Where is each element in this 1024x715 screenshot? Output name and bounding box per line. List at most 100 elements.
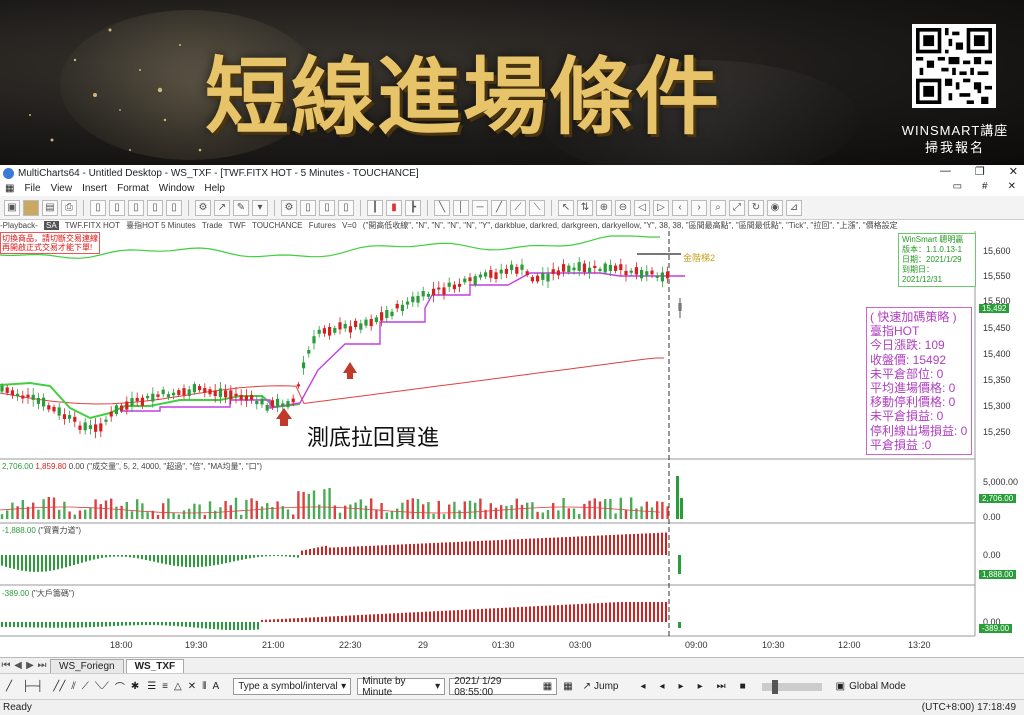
line-tool-icon[interactable]: ⟍ [529,199,545,216]
sa-badge[interactable]: SA [44,221,59,230]
play-back-icon[interactable]: ◂ [660,681,665,692]
menu-insert[interactable]: Insert [77,183,112,194]
first-sheet-icon[interactable]: ⏮ [0,660,12,671]
step-back-icon[interactable]: ◂ [640,681,645,692]
doc-icon[interactable]: ▯ [128,199,144,216]
pin-icon[interactable]: ⊿ [786,199,802,216]
new-chart-icon[interactable]: ▣ [4,199,20,216]
prev-sheet-icon[interactable]: ◀ [12,660,24,671]
refresh-icon[interactable]: ↻ [748,199,764,216]
vertical-lines-icon[interactable]: ╱╱ [53,681,65,692]
menu-doc-icon[interactable]: ▦ [0,183,19,194]
last-sheet-icon[interactable]: ⏭ [36,660,48,671]
zoom-in-icon[interactable]: ⊕ [596,199,612,216]
expand-icon[interactable]: ⤢ [729,199,745,216]
sheet-tab-ws-foriegn[interactable]: WS_Foriegn [50,658,124,673]
search-icon[interactable]: ⌕ [710,199,726,216]
drawing-icon[interactable]: ✎ [233,199,249,216]
stop-icon[interactable]: ■ [740,681,746,692]
signal-icon[interactable]: ↗ [214,199,230,216]
big-player-bar [193,622,195,628]
candle-body [614,265,618,271]
delta-icon[interactable]: △ [174,681,182,692]
arc-icon[interactable]: ⌒ [115,679,125,694]
open-folder-icon[interactable] [23,199,39,216]
dropdown-icon[interactable]: ▾ [435,681,440,692]
line-tool-icon[interactable]: ╲ [434,199,450,216]
line-tool-icon[interactable]: ⟋ [510,199,526,216]
line-tool-icon[interactable]: ╱ [491,199,507,216]
playback-mode-select[interactable]: Minute by Minute ▾ [357,676,446,698]
sheet-tab-ws-txf[interactable]: WS_TXF [125,658,185,673]
jump-icon[interactable]: ↗ [583,681,591,692]
big-player-bar [29,622,31,628]
menu-file[interactable]: File [19,183,45,194]
global-mode-button[interactable]: Global Mode [849,681,906,692]
indicator-icon[interactable]: ⚙ [195,199,211,216]
step-forward-icon[interactable]: ▸ [698,681,703,692]
bars-icon[interactable]: ⦀ [202,681,206,692]
calendar-icon[interactable]: ▦ [563,681,572,692]
next-sheet-icon[interactable]: ▶ [24,660,36,671]
strategy-open-pos: 未平倉部位: 0 [870,366,944,381]
save-icon[interactable]: ▤ [42,199,58,216]
fast-forward-icon[interactable]: ⏭ [717,681,726,692]
gann-icon[interactable]: ✱ [131,681,139,692]
power-bar [545,537,547,555]
print-icon[interactable]: ⎙ [61,199,77,216]
close-button[interactable]: ✕ [1009,165,1018,178]
datetime-input[interactable]: 2021/ 1/29 08:55:00 ▦ [449,676,558,698]
mdi-close-button[interactable]: ✕ [1008,181,1016,192]
trend-icon[interactable]: ⟍⟋ [95,681,109,692]
playback-label[interactable]: -Playback- [0,221,38,230]
play-icon[interactable]: ▸ [679,681,684,692]
menu-help[interactable]: Help [199,183,230,194]
doc-icon[interactable]: ▯ [338,199,354,216]
line-tool-icon[interactable]: │ [453,199,469,216]
jump-button[interactable]: Jump [594,681,618,692]
channel-icon[interactable]: ⫽ [71,681,75,692]
price-axis-label: 15,250 [983,427,1011,437]
doc-icon[interactable]: ▯ [300,199,316,216]
calendar-icon[interactable]: ▦ [543,681,552,692]
mdi-restore-button[interactable]: ▭ [953,181,962,192]
doc-icon[interactable]: ▯ [90,199,106,216]
maximize-button[interactable]: ❐ [975,165,985,178]
cursor-icon[interactable]: ↖ [558,199,574,216]
drawing-dropdown-icon[interactable]: ▾ [252,199,268,216]
global-mode-icon[interactable]: ▣ [836,681,845,692]
text-icon[interactable]: A [213,681,220,692]
minimize-button[interactable]: — [940,165,951,178]
menu-view[interactable]: View [46,183,78,194]
doc-icon[interactable]: ▯ [319,199,335,216]
candle-chart-icon[interactable]: ▮ [386,199,402,216]
scroll-left-icon[interactable]: ◁ [634,199,650,216]
cross-icon[interactable]: ✕ [188,681,196,692]
line-tool-icon[interactable]: ─ [472,199,488,216]
fib-levels-icon[interactable]: ≡ [162,681,168,692]
fib-icon[interactable]: ⟋ [82,681,89,692]
line-tool-icon[interactable]: ╱ [6,681,12,692]
menu-format[interactable]: Format [112,183,154,194]
bar-chart-icon[interactable]: ┃ [367,199,383,216]
menu-window[interactable]: Window [154,183,200,194]
speed-slider[interactable] [761,679,822,694]
doc-icon[interactable]: ▯ [166,199,182,216]
list-icon[interactable]: ☰ [147,681,156,692]
chevron-right-icon[interactable]: › [691,199,707,216]
doc-icon[interactable]: ▯ [109,199,125,216]
view-icon[interactable]: ◉ [767,199,783,216]
chevron-left-icon[interactable]: ‹ [672,199,688,216]
settings-icon[interactable]: ⚙ [281,199,297,216]
slider-thumb[interactable] [771,679,778,694]
ohlc-icon[interactable]: ┣ [405,199,421,216]
arrows-icon[interactable]: ⇅ [577,199,593,216]
mdi-pin-button[interactable]: # [982,181,988,192]
symbol-input[interactable]: Type a symbol/interval ▾ [233,678,352,695]
zoom-out-icon[interactable]: ⊖ [615,199,631,216]
doc-icon[interactable]: ▯ [147,199,163,216]
qr-code[interactable] [912,24,996,108]
horizontal-line-icon[interactable]: ├─┤ [22,681,43,692]
scroll-right-icon[interactable]: ▷ [653,199,669,216]
dropdown-icon[interactable]: ▾ [341,681,346,692]
